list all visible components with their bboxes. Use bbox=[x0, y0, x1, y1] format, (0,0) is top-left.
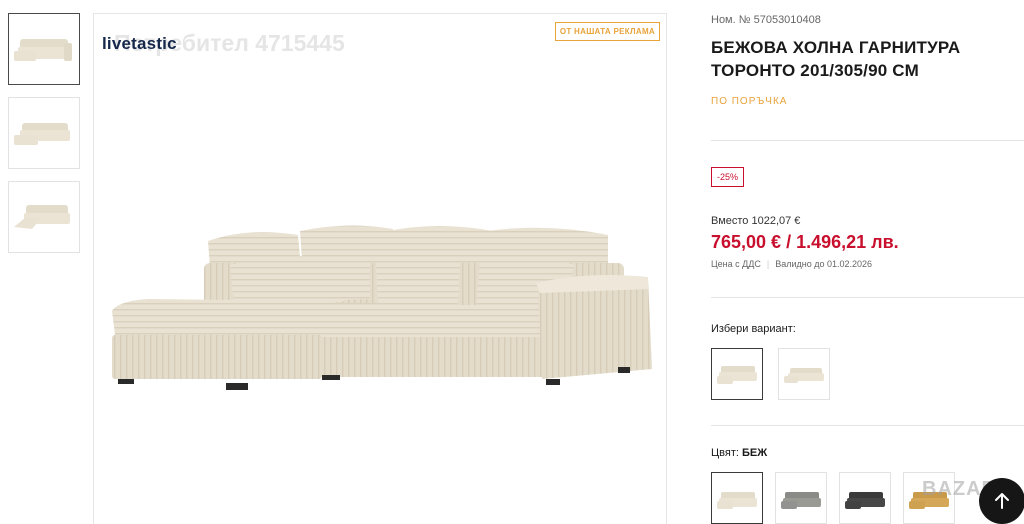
current-price: 765,00 € / 1.496,21 лв. bbox=[711, 232, 899, 252]
sofa-variant-icon bbox=[784, 368, 824, 383]
main-product-image[interactable]: Потребител 4715445 livetastic ОТ НАШАТА … bbox=[93, 13, 667, 524]
scroll-to-top-button[interactable] bbox=[979, 478, 1024, 524]
sofa-thumbnail-icon bbox=[14, 39, 72, 61]
variant-option-1[interactable] bbox=[711, 348, 763, 400]
arrow-up-icon bbox=[995, 493, 1009, 509]
vat-note: Цена с ДДС bbox=[711, 259, 761, 269]
valid-until: Валидно до 01.02.2026 bbox=[775, 259, 873, 269]
thumbnail-1[interactable] bbox=[8, 13, 80, 85]
color-swatch-dark[interactable] bbox=[839, 472, 891, 524]
divider bbox=[711, 140, 1024, 141]
product-sku: Ном. № 57053010408 bbox=[711, 14, 821, 26]
product-title: БЕЖОВА ХОЛНА ГАРНИТУРА ТОРОНТО 201/305/9… bbox=[711, 38, 961, 80]
price-meta: Цена с ДДС | Валидно до 01.02.2026 bbox=[711, 259, 873, 269]
availability-status: ПО ПОРЪЧКА bbox=[711, 96, 788, 107]
sofa-grey-icon bbox=[781, 492, 821, 509]
sofa-thumbnail-icon bbox=[14, 123, 70, 145]
brand-logo: livetastic bbox=[102, 34, 177, 53]
divider bbox=[711, 297, 1024, 298]
thumbnail-2[interactable] bbox=[8, 97, 80, 169]
divider bbox=[711, 425, 1024, 426]
selected-color: БЕЖ bbox=[741, 447, 768, 459]
thumbnail-list bbox=[8, 13, 80, 265]
product-page: Потребител 4715445 livetastic ОТ НАШАТА … bbox=[0, 0, 1024, 524]
old-price: Вместо 1022,07 € bbox=[711, 215, 801, 227]
variant-option-2[interactable] bbox=[778, 348, 830, 400]
discount-badge: -25% bbox=[711, 167, 745, 187]
ad-badge: ОТ НАШАТА РЕКЛАМА bbox=[554, 22, 660, 41]
color-swatch-beige[interactable] bbox=[711, 472, 763, 524]
sofa-thumbnail-icon bbox=[14, 205, 70, 229]
sofa-dark-icon bbox=[845, 492, 885, 509]
variant-label: Избери вариант: bbox=[711, 323, 796, 335]
sofa-variant-icon bbox=[717, 366, 757, 384]
sofa-image bbox=[112, 225, 652, 390]
thumbnail-3[interactable] bbox=[8, 181, 80, 253]
color-label: Цвят: БЕЖ bbox=[711, 447, 768, 459]
sofa-beige-icon bbox=[717, 492, 757, 509]
color-swatch-grey[interactable] bbox=[775, 472, 827, 524]
